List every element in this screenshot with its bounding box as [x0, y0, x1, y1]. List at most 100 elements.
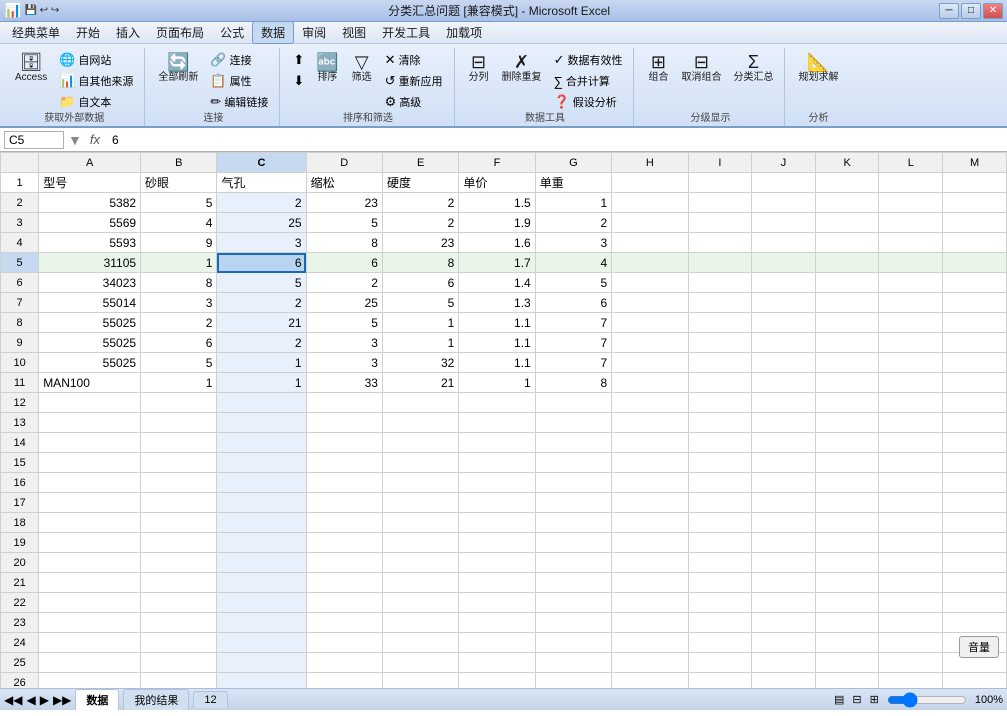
subtotal-button[interactable]: Σ 分类汇总 [728, 50, 778, 87]
cell-r4-c13[interactable] [943, 233, 1007, 253]
cell-r12-c10[interactable] [752, 393, 816, 413]
cell-r18-c11[interactable] [815, 513, 879, 533]
refresh-all-button[interactable]: 🔄 全部刷新 [153, 50, 203, 87]
cell-r12-c9[interactable] [688, 393, 752, 413]
cell-r5-c8[interactable] [612, 253, 688, 273]
cell-r14-c9[interactable] [688, 433, 752, 453]
header-cell-12[interactable] [879, 173, 943, 193]
cell-r18-c1[interactable] [39, 513, 141, 533]
cell-r21-c2[interactable] [141, 573, 217, 593]
cell-r6-c1[interactable]: 34023 [39, 273, 141, 293]
cell-r25-c9[interactable] [688, 653, 752, 673]
cell-r3-c10[interactable] [752, 213, 816, 233]
cell-r20-c8[interactable] [612, 553, 688, 573]
cell-r4-c5[interactable]: 23 [382, 233, 458, 253]
cell-r20-c5[interactable] [382, 553, 458, 573]
cell-r11-c2[interactable]: 1 [141, 373, 217, 393]
cell-r22-c1[interactable] [39, 593, 141, 613]
cell-r9-c5[interactable]: 1 [382, 333, 458, 353]
cell-r3-c2[interactable]: 4 [141, 213, 217, 233]
cell-r2-c1[interactable]: 5382 [39, 193, 141, 213]
cell-r7-c7[interactable]: 6 [535, 293, 611, 313]
cell-r8-c11[interactable] [815, 313, 879, 333]
cell-r14-c4[interactable] [306, 433, 382, 453]
cell-r8-c10[interactable] [752, 313, 816, 333]
cell-r14-c11[interactable] [815, 433, 879, 453]
cell-r5-c12[interactable] [879, 253, 943, 273]
filter-button[interactable]: ▽ 筛选 [346, 50, 378, 87]
cell-r26-c7[interactable] [535, 673, 611, 689]
cell-r6-c7[interactable]: 5 [535, 273, 611, 293]
cell-r20-c12[interactable] [879, 553, 943, 573]
cell-r6-c3[interactable]: 5 [217, 273, 306, 293]
cell-r8-c3[interactable]: 21 [217, 313, 306, 333]
menu-review[interactable]: 审阅 [294, 22, 334, 43]
menu-view[interactable]: 视图 [334, 22, 374, 43]
cell-r19-c5[interactable] [382, 533, 458, 553]
cell-r12-c5[interactable] [382, 393, 458, 413]
cell-r19-c9[interactable] [688, 533, 752, 553]
access-button[interactable]: 🗄 Access [10, 50, 52, 87]
cell-r24-c9[interactable] [688, 633, 752, 653]
cell-r5-c13[interactable] [943, 253, 1007, 273]
cell-r24-c2[interactable] [141, 633, 217, 653]
cell-r4-c2[interactable]: 9 [141, 233, 217, 253]
cell-r14-c12[interactable] [879, 433, 943, 453]
cell-r6-c5[interactable]: 6 [382, 273, 458, 293]
cell-r8-c12[interactable] [879, 313, 943, 333]
cell-r8-c5[interactable]: 1 [382, 313, 458, 333]
cell-r19-c4[interactable] [306, 533, 382, 553]
cell-r3-c1[interactable]: 5569 [39, 213, 141, 233]
split-button[interactable]: ⊟ 分列 [463, 50, 495, 87]
cell-r13-c4[interactable] [306, 413, 382, 433]
cell-r4-c11[interactable] [815, 233, 879, 253]
cell-r20-c10[interactable] [752, 553, 816, 573]
cell-r17-c13[interactable] [943, 493, 1007, 513]
cell-r24-c6[interactable] [459, 633, 535, 653]
cell-r5-c1[interactable]: 31105 [39, 253, 141, 273]
cell-r17-c4[interactable] [306, 493, 382, 513]
cell-r3-c4[interactable]: 5 [306, 213, 382, 233]
cell-r2-c6[interactable]: 1.5 [459, 193, 535, 213]
cell-r10-c13[interactable] [943, 353, 1007, 373]
page-layout-icon[interactable]: ⊟ [852, 693, 861, 706]
header-cell-11[interactable] [815, 173, 879, 193]
header-cell-1[interactable]: 型号 [39, 173, 141, 193]
cell-r26-c1[interactable] [39, 673, 141, 689]
cell-r10-c1[interactable]: 55025 [39, 353, 141, 373]
cell-r19-c12[interactable] [879, 533, 943, 553]
cell-r15-c1[interactable] [39, 453, 141, 473]
cell-r9-c8[interactable] [612, 333, 688, 353]
cell-r5-c3[interactable]: 6 [217, 253, 306, 273]
web-button[interactable]: 🌐 自网站 [54, 50, 138, 70]
cell-r8-c4[interactable]: 5 [306, 313, 382, 333]
cell-r11-c1[interactable]: MAN100 [39, 373, 141, 393]
cell-r14-c8[interactable] [612, 433, 688, 453]
cell-r25-c12[interactable] [879, 653, 943, 673]
cell-r15-c8[interactable] [612, 453, 688, 473]
cell-r13-c8[interactable] [612, 413, 688, 433]
cell-r18-c3[interactable] [217, 513, 306, 533]
minimize-button[interactable]: ─ [939, 3, 959, 19]
cell-r16-c8[interactable] [612, 473, 688, 493]
cell-r23-c12[interactable] [879, 613, 943, 633]
cell-r24-c3[interactable] [217, 633, 306, 653]
cell-r19-c3[interactable] [217, 533, 306, 553]
cell-r13-c13[interactable] [943, 413, 1007, 433]
cell-r22-c12[interactable] [879, 593, 943, 613]
cell-r18-c9[interactable] [688, 513, 752, 533]
cell-r22-c3[interactable] [217, 593, 306, 613]
sort-button[interactable]: 🔤 排序 [311, 50, 343, 87]
attr-button[interactable]: 📋 属性 [205, 71, 273, 91]
cell-r3-c8[interactable] [612, 213, 688, 233]
sheet-nav-right[interactable]: ▶▶ [53, 693, 71, 707]
cell-r17-c6[interactable] [459, 493, 535, 513]
cell-r26-c3[interactable] [217, 673, 306, 689]
cell-r12-c1[interactable] [39, 393, 141, 413]
cell-r23-c13[interactable] [943, 613, 1007, 633]
header-cell-13[interactable] [943, 173, 1007, 193]
cell-r14-c13[interactable] [943, 433, 1007, 453]
cell-r16-c1[interactable] [39, 473, 141, 493]
cell-r15-c11[interactable] [815, 453, 879, 473]
cell-r10-c2[interactable]: 5 [141, 353, 217, 373]
